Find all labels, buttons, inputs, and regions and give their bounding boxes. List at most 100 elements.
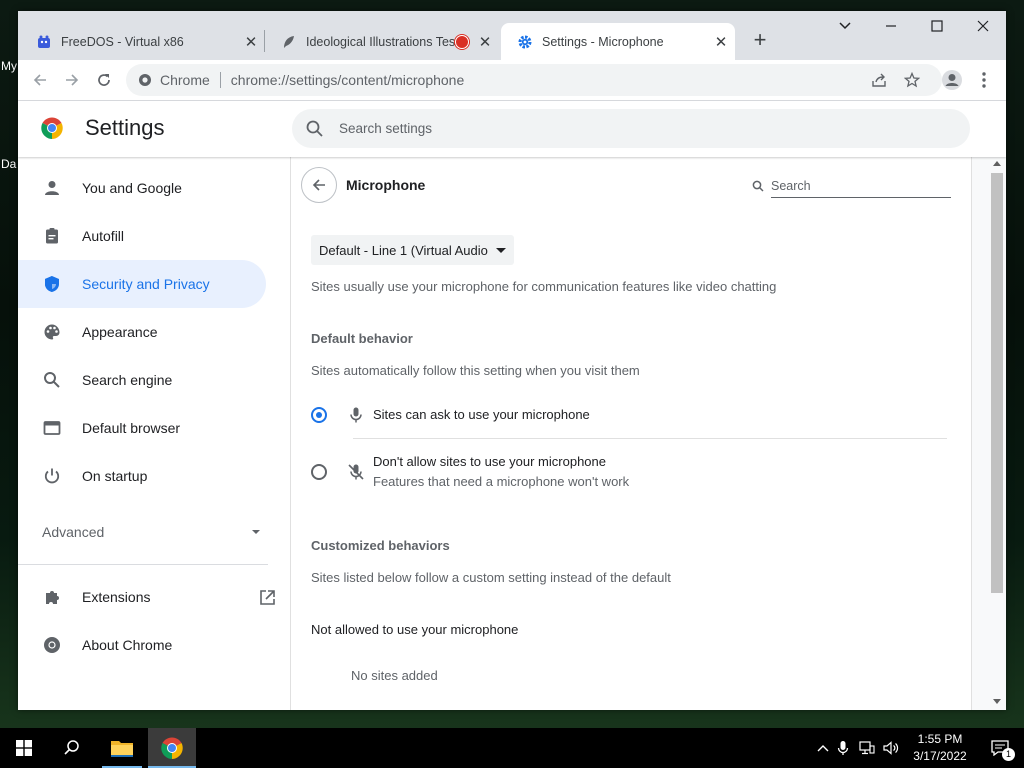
tab-search-icon[interactable]	[822, 11, 868, 41]
bookmark-star-icon[interactable]	[897, 65, 927, 95]
selected-device-label: Default - Line 1 (Virtual Audio	[319, 242, 488, 258]
profile-avatar-icon[interactable]	[937, 65, 967, 95]
microphone-icon	[347, 406, 365, 424]
tab-settings-microphone[interactable]: Settings - Microphone ✕	[501, 23, 735, 60]
block-option-label: Don't allow sites to use your microphone	[373, 454, 606, 469]
puzzle-icon	[42, 587, 62, 607]
allow-option-label: Sites can ask to use your microphone	[373, 407, 590, 422]
power-icon	[42, 466, 62, 486]
scroll-down-arrow-icon[interactable]	[993, 699, 1001, 704]
share-icon[interactable]	[864, 65, 894, 95]
sidebar-item-label: Default browser	[82, 420, 181, 436]
open-in-new-icon	[259, 589, 276, 606]
close-tab-icon[interactable]: ✕	[707, 33, 735, 51]
chevron-down-icon	[252, 530, 260, 534]
search-icon	[63, 739, 81, 757]
search-icon	[752, 180, 764, 192]
taskbar-file-explorer[interactable]	[98, 728, 146, 768]
block-radio-button[interactable]	[311, 464, 327, 480]
browser-toolbar: Chrome chrome://settings/content/microph…	[18, 60, 1006, 101]
tab-strip: FreeDOS - Virtual x86 ✕ Ideological Illu…	[18, 11, 1006, 60]
search-icon	[42, 370, 62, 390]
notification-count-badge: 1	[1002, 748, 1015, 761]
page-title: Settings	[85, 115, 165, 140]
network-icon[interactable]	[855, 741, 879, 755]
tab-title: Ideological Illustrations Test	[306, 34, 455, 49]
maximize-button[interactable]	[914, 11, 960, 41]
taskbar-chrome[interactable]	[148, 728, 196, 768]
back-button[interactable]	[301, 167, 337, 203]
shield-icon	[42, 274, 62, 294]
section-heading: Microphone	[346, 177, 426, 193]
close-tab-icon[interactable]: ✕	[471, 33, 499, 51]
windows-logo-icon	[16, 740, 32, 756]
advanced-section-toggle[interactable]: Advanced	[42, 524, 260, 540]
start-button[interactable]	[0, 728, 48, 768]
settings-sidebar: You and Google Autofill Security and Pri…	[18, 157, 290, 710]
sidebar-item-label: On startup	[82, 468, 148, 484]
sidebar-item-autofill[interactable]: Autofill	[18, 212, 266, 260]
palette-icon	[42, 322, 62, 342]
back-arrow-icon	[311, 177, 327, 193]
back-arrow-icon[interactable]	[25, 65, 55, 95]
sidebar-item-label: About Chrome	[82, 637, 173, 653]
site-label: Chrome	[160, 72, 210, 88]
sidebar-item-search-engine[interactable]: Search engine	[18, 356, 266, 404]
desktop-label: Da	[1, 157, 17, 171]
default-behavior-title: Default behavior	[311, 331, 413, 346]
sidebar-item-appearance[interactable]: Appearance	[18, 308, 266, 356]
microphone-off-icon	[347, 463, 365, 481]
chrome-icon	[42, 635, 62, 655]
sidebar-item-about-chrome[interactable]: About Chrome	[18, 621, 266, 669]
chrome-page-icon	[138, 73, 152, 87]
settings-header: Settings	[18, 101, 1006, 157]
sidebar-item-default-browser[interactable]: Default browser	[18, 404, 266, 452]
close-tab-icon[interactable]: ✕	[237, 33, 265, 51]
notification-icon: 1	[991, 740, 1015, 761]
microphone-device-select[interactable]: Default - Line 1 (Virtual Audio	[311, 235, 514, 265]
search-icon	[305, 119, 325, 139]
sidebar-item-label: Search engine	[82, 372, 173, 388]
reload-icon[interactable]	[89, 65, 119, 95]
site-search-field[interactable]: Search	[752, 174, 951, 198]
chevron-up-icon[interactable]	[815, 744, 831, 752]
tab-freedos[interactable]: FreeDOS - Virtual x86 ✕	[20, 23, 265, 60]
sidebar-item-security-and-privacy[interactable]: Security and Privacy	[18, 260, 266, 308]
microphone-icon[interactable]	[831, 740, 855, 756]
intro-text: Sites usually use your microphone for co…	[311, 279, 777, 294]
customized-behaviors-title: Customized behaviors	[311, 538, 450, 553]
forward-arrow-icon[interactable]	[57, 65, 87, 95]
minimize-button[interactable]	[868, 11, 914, 41]
sidebar-item-label: Autofill	[82, 228, 125, 244]
sidebar-item-extensions[interactable]: Extensions	[18, 573, 275, 621]
taskbar-clock[interactable]: 1:55 PM 3/17/2022	[900, 731, 980, 765]
menu-kebab-icon[interactable]	[969, 65, 999, 95]
settings-search-input[interactable]	[337, 120, 941, 137]
sidebar-item-you-and-google[interactable]: You and Google	[18, 164, 266, 212]
omnibox-divider	[219, 72, 221, 88]
scroll-up-arrow-icon[interactable]	[993, 161, 1001, 166]
chrome-logo-icon	[160, 736, 184, 760]
clock-time: 1:55 PM	[917, 732, 963, 746]
new-tab-button[interactable]: +	[746, 26, 774, 54]
tab-ideological-illustrations[interactable]: Ideological Illustrations Test ✕	[265, 23, 499, 60]
sidebar-item-label: Security and Privacy	[82, 276, 210, 292]
close-window-button[interactable]	[960, 11, 1006, 41]
settings-search-box[interactable]	[292, 109, 970, 148]
gear-icon	[517, 34, 533, 50]
scrollbar-thumb[interactable]	[991, 173, 1003, 593]
allow-radio-button[interactable]	[311, 407, 327, 423]
sidebar-item-label: Appearance	[82, 324, 158, 340]
microphone-settings-card: Microphone Search Default - Line 1 (Virt…	[290, 157, 972, 710]
no-sites-text: No sites added	[351, 668, 438, 683]
taskbar-search-button[interactable]	[48, 728, 96, 768]
folder-icon	[110, 738, 134, 758]
browser-window-icon	[42, 418, 62, 438]
tab-title: Settings - Microphone	[542, 34, 664, 49]
sidebar-item-on-startup[interactable]: On startup	[18, 452, 266, 500]
dropdown-arrow-icon	[495, 247, 506, 253]
browser-window: FreeDOS - Virtual x86 ✕ Ideological Illu…	[18, 11, 1006, 710]
address-bar[interactable]: Chrome chrome://settings/content/microph…	[126, 64, 942, 96]
block-option-sublabel: Features that need a microphone won't wo…	[373, 474, 630, 489]
action-center-button[interactable]: 1	[976, 728, 1024, 768]
